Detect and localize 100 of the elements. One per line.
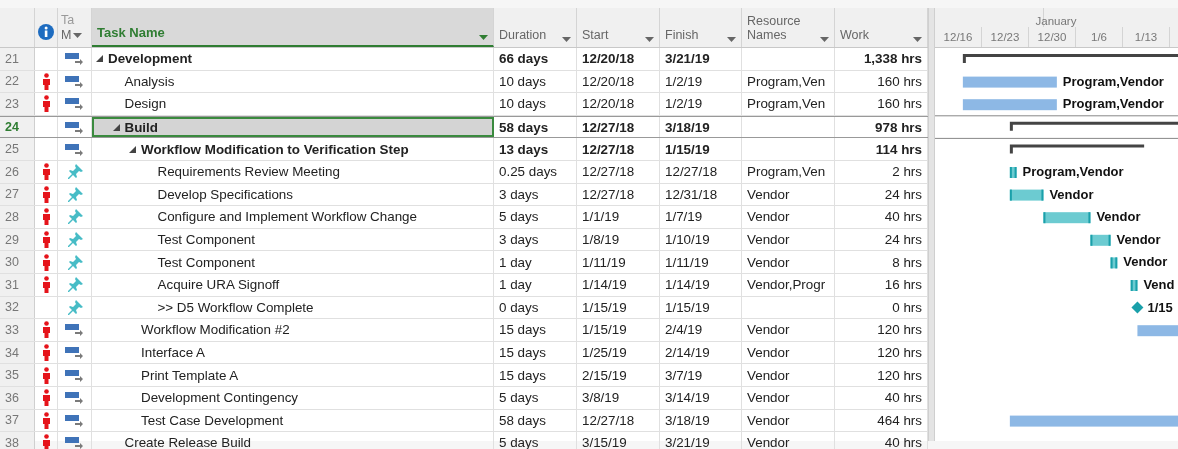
row-number[interactable]: 26: [0, 160, 35, 183]
row-number[interactable]: 36: [0, 386, 35, 409]
summary-bar[interactable]: [1009, 121, 1178, 131]
finish-date-cell: 1/10/19: [665, 232, 710, 248]
start-date-cell: 12/27/18: [582, 164, 635, 180]
column-header[interactable]: Ta: [61, 13, 75, 28]
dropdown-arrow-icon: [645, 37, 654, 42]
task-bar[interactable]: [962, 99, 1057, 111]
week-label: 12/30: [1037, 31, 1067, 43]
task-name: Create Release Build: [124, 435, 252, 449]
row-number[interactable]: 34: [0, 341, 35, 364]
resource-names-cell: Vendor: [747, 232, 790, 248]
work-cell: 2 hrs: [892, 164, 922, 180]
start-date-cell: 12/27/18: [582, 412, 635, 428]
row-number[interactable]: 30: [0, 251, 35, 273]
column-header[interactable]: Duration: [494, 8, 577, 47]
row-number[interactable]: 27: [0, 183, 35, 206]
task-bar[interactable]: [1009, 189, 1044, 201]
milestone-diamond[interactable]: [1131, 301, 1144, 314]
task-name: Analysis: [124, 73, 175, 89]
task-name: Design: [124, 96, 167, 112]
column-header[interactable]: Start: [577, 8, 660, 47]
start-date-cell: 12/27/18: [582, 186, 635, 202]
task-name: Acquire URA Signoff: [157, 277, 280, 293]
collapse-triangle-icon[interactable]: [112, 123, 120, 131]
task-name: Interface A: [141, 345, 206, 360]
row-number[interactable]: 31: [0, 273, 35, 296]
task-name: Print Template A: [141, 367, 239, 383]
task-name: Develop Specifications: [157, 186, 293, 202]
column-header[interactable]: Finish: [660, 8, 742, 47]
row-number[interactable]: 21: [0, 48, 35, 70]
row-number[interactable]: 28: [0, 206, 35, 228]
duration-cell: 3 days: [499, 186, 539, 202]
task-name: Test Component: [157, 232, 255, 248]
duration-cell: 1 day: [499, 277, 532, 293]
row-number[interactable]: 33: [0, 319, 35, 341]
row-number[interactable]: 23: [0, 93, 35, 115]
task-bar[interactable]: [1090, 234, 1111, 246]
task-name: Build: [124, 119, 158, 135]
duration-cell: 58 days: [499, 412, 546, 428]
task-bar[interactable]: [1130, 280, 1138, 291]
bar-label: Vendor: [1096, 209, 1141, 225]
task-bar[interactable]: [1009, 415, 1178, 427]
dropdown-arrow-icon: [820, 37, 829, 42]
resource-names-cell: Vendor: [747, 412, 790, 428]
resource-names-cell: Vendor,Progr: [747, 277, 826, 293]
finish-date-cell: 1/7/19: [665, 209, 703, 225]
finish-date-cell: 3/18/19: [665, 412, 710, 428]
row-number[interactable]: 35: [0, 364, 35, 386]
bar-label: Program,Vendor: [1022, 164, 1124, 179]
bar-label: Vendor: [1123, 254, 1168, 270]
row-number[interactable]: 29: [0, 228, 35, 251]
row-number[interactable]: 38: [0, 432, 35, 449]
work-cell: 114 hrs: [875, 141, 922, 157]
task-bar[interactable]: [1137, 325, 1178, 337]
finish-date-cell: 12/27/18: [665, 164, 718, 180]
work-cell: 16 hrs: [884, 277, 922, 293]
summary-bar[interactable]: [1009, 144, 1145, 154]
collapse-triangle-icon[interactable]: [129, 145, 136, 153]
info-icon: [38, 23, 54, 40]
row-number[interactable]: 25: [0, 138, 35, 160]
duration-cell: 13 days: [499, 141, 549, 157]
work-cell: 120 hrs: [877, 345, 922, 360]
collapse-triangle-icon[interactable]: [96, 55, 103, 63]
week-label: 12/23: [990, 31, 1020, 43]
task-name: Requirements Review Meeting: [157, 164, 340, 180]
work-cell: 40 hrs: [884, 209, 922, 225]
row-number[interactable]: 32: [0, 296, 35, 319]
duration-cell: 5 days: [499, 390, 539, 406]
row-number[interactable]: 24: [0, 116, 35, 138]
finish-date-cell: 1/14/19: [665, 277, 710, 293]
work-cell: 0 hrs: [892, 299, 922, 315]
work-cell: 978 hrs: [875, 119, 922, 135]
column-header[interactable]: M: [61, 28, 72, 43]
summary-bar[interactable]: [962, 54, 1178, 63]
resource-names-cell: Vendor: [747, 254, 790, 270]
duration-cell: 1 day: [499, 254, 532, 270]
column-header[interactable]: Resource Names: [742, 8, 835, 47]
task-bar[interactable]: [1043, 212, 1091, 224]
column-header[interactable]: Task Name: [92, 8, 494, 47]
resource-names-cell: Vendor: [747, 367, 790, 383]
row-number[interactable]: 22: [0, 70, 35, 93]
task-bar[interactable]: [1110, 257, 1118, 269]
work-cell: 464 hrs: [877, 412, 922, 428]
task-bar[interactable]: [962, 76, 1057, 88]
start-date-cell: 1/25/19: [582, 345, 627, 360]
resource-names-cell: Program,Ven: [747, 73, 826, 89]
row-number[interactable]: 37: [0, 409, 35, 432]
duration-cell: 3 days: [499, 232, 539, 248]
finish-date-cell: 3/14/19: [665, 390, 710, 406]
resource-names-cell: Vendor: [747, 345, 790, 360]
work-cell: 1,338 hrs: [863, 51, 922, 67]
duration-cell: 15 days: [499, 367, 546, 383]
resource-names-cell: Vendor: [747, 390, 790, 406]
dropdown-arrow-icon: [562, 37, 571, 42]
resource-names-cell: Program,Ven: [747, 164, 826, 180]
duration-cell: 0.25 days: [499, 164, 558, 180]
resource-names-cell: Vendor: [747, 209, 790, 225]
task-name: Workflow Modification #2: [141, 322, 290, 338]
task-bar[interactable]: [1009, 167, 1017, 178]
